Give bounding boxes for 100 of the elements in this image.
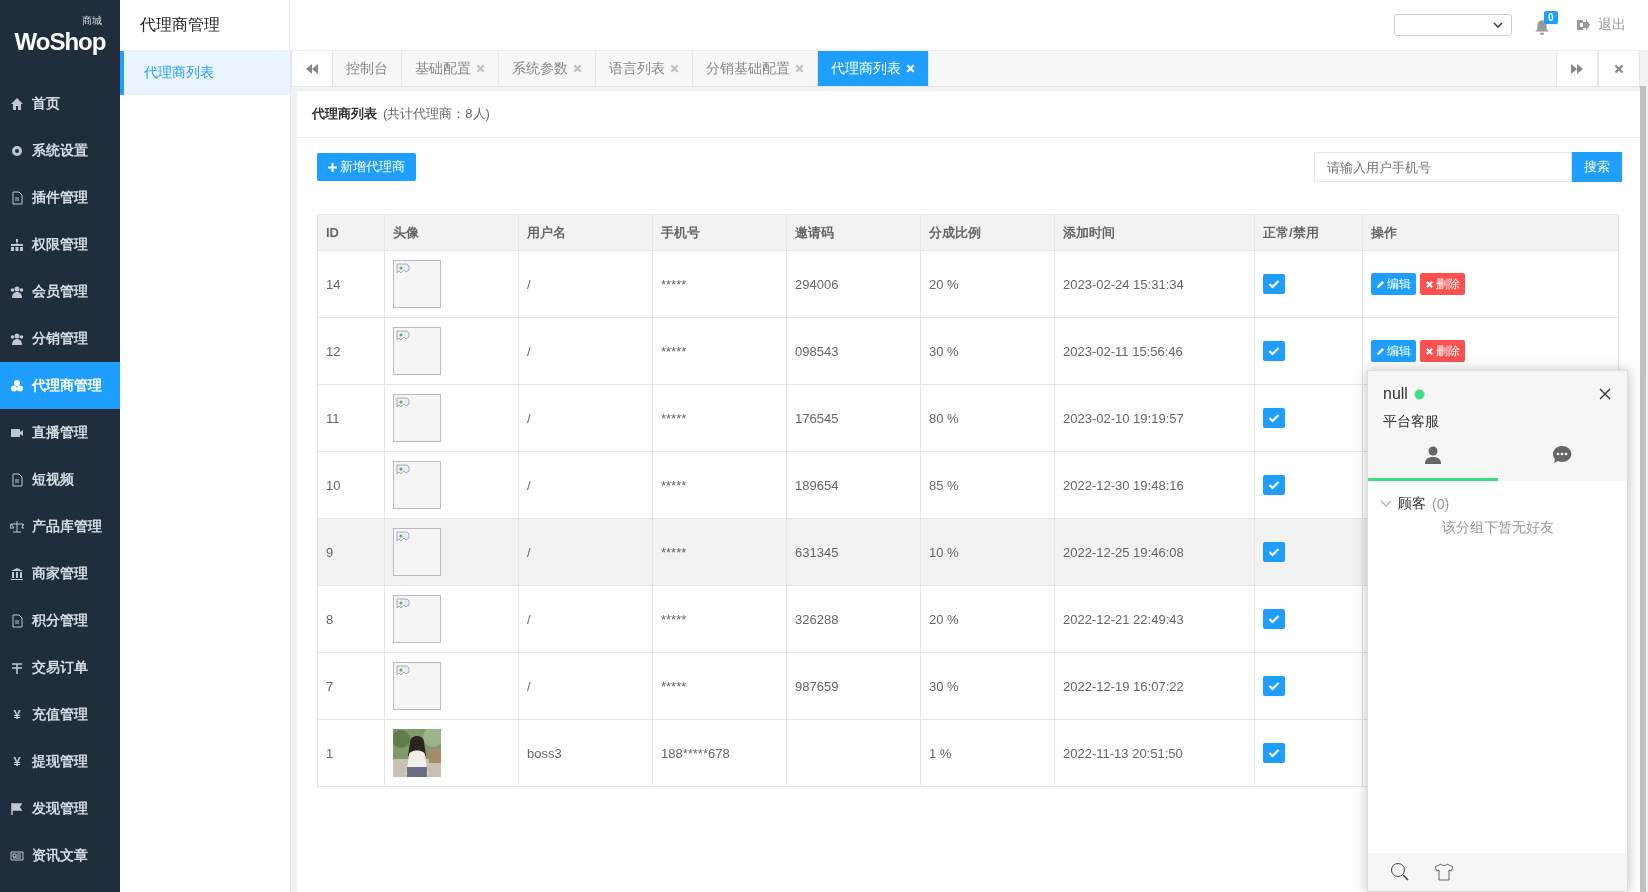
table-cell: 80 % — [920, 384, 1055, 452]
sidebar-item[interactable]: 系统设置 — [0, 127, 120, 174]
status-checkbox[interactable] — [1263, 341, 1285, 361]
dropdown[interactable] — [1394, 14, 1512, 36]
search-field[interactable]: 请输入用户手机号 — [1314, 152, 1572, 182]
pencil-icon — [1376, 346, 1385, 356]
list-icon — [10, 660, 24, 675]
panel-title: 代理商列表 — [312, 105, 377, 123]
yen-icon: ¥ — [10, 707, 24, 722]
check-icon — [1268, 480, 1280, 490]
table-cell: 2023-02-11 15:56:46 — [1054, 317, 1255, 385]
table-cell: 188*****678 — [652, 719, 787, 787]
table-cell: 987659 — [786, 652, 921, 720]
status-checkbox[interactable] — [1263, 542, 1285, 562]
column-header: 手机号 — [652, 214, 787, 251]
status-checkbox[interactable] — [1263, 475, 1285, 495]
table-cell: 2023-02-24 15:31:34 — [1054, 250, 1255, 318]
column-header: 添加时间 — [1054, 214, 1255, 251]
double-left-arrow-icon — [306, 63, 318, 74]
table-cell: / — [518, 451, 653, 519]
sidebar-item[interactable]: 资讯文章 — [0, 832, 120, 879]
sitemap-icon — [10, 237, 24, 252]
sidebar-item[interactable]: 首页 — [0, 80, 120, 127]
check-icon — [1268, 614, 1280, 624]
table-cell: 30 % — [920, 317, 1055, 385]
close-icon[interactable] — [1599, 388, 1611, 400]
file-icon — [10, 472, 24, 487]
bank-icon — [10, 566, 24, 581]
table-cell: 1 — [317, 719, 385, 787]
check-icon — [1268, 346, 1280, 356]
check-icon — [1268, 748, 1280, 758]
status-checkbox[interactable] — [1263, 609, 1285, 629]
scroll-right-button[interactable] — [1556, 51, 1598, 86]
table-cell: 326288 — [786, 585, 921, 653]
cross-icon — [1425, 279, 1434, 289]
yen-icon: ¥ — [10, 754, 24, 769]
sidebar-item[interactable]: 交易订单 — [0, 644, 120, 691]
sidebar-item[interactable]: ¥ 充值管理 — [0, 691, 120, 738]
sidebar-item[interactable]: 权限管理 — [0, 221, 120, 268]
document-icon — [10, 613, 24, 628]
table-cell: 176545 — [786, 384, 921, 452]
table-cell: 20 % — [920, 250, 1055, 318]
sidebar-item[interactable]: ¥ 提现管理 — [0, 738, 120, 785]
sidebar-item[interactable]: 会员管理 — [0, 268, 120, 315]
logo: WoShop — [14, 28, 106, 56]
table-cell: 14 — [317, 250, 385, 318]
agent-count: (共计代理商：8人) — [383, 105, 490, 123]
tab[interactable]: 系统参数 — [499, 51, 596, 86]
table-cell: ***** — [652, 585, 787, 653]
status-checkbox[interactable] — [1263, 676, 1285, 696]
table-cell: 294006 — [786, 250, 921, 318]
table-cell: 1 % — [920, 719, 1055, 787]
table-cell: / — [518, 384, 653, 452]
table-cell: 2022-11-13 20:51:50 — [1054, 719, 1255, 787]
table-cell: ***** — [652, 652, 787, 720]
notification-badge: 0 — [1544, 11, 1558, 24]
table-cell: ***** — [652, 317, 787, 385]
check-icon — [1268, 413, 1280, 423]
sidebar-item[interactable]: 商家管理 — [0, 550, 120, 597]
column-header: ID — [317, 214, 385, 251]
column-header: 操作 — [1362, 214, 1619, 251]
table-cell: 2022-12-30 19:48:16 — [1054, 451, 1255, 519]
sidebar-item[interactable]: 插件管理 — [0, 174, 120, 221]
logo-tag: 商城 — [82, 14, 102, 28]
table-cell: 2022-12-19 16:07:22 — [1054, 652, 1255, 720]
status-checkbox[interactable] — [1263, 743, 1285, 763]
sidebar-item[interactable]: 短视频 — [0, 456, 120, 503]
sidebar-item[interactable]: 产品库管理 — [0, 503, 120, 550]
check-icon — [1268, 279, 1280, 289]
table-cell: 189654 — [786, 451, 921, 519]
sidebar-item[interactable]: 发现管理 — [0, 785, 120, 832]
status-checkbox[interactable] — [1263, 274, 1285, 294]
table-cell: boss3 — [518, 719, 653, 787]
home-icon — [10, 96, 24, 111]
caret-icon — [1493, 22, 1503, 28]
check-icon — [1268, 681, 1280, 691]
chat-tab[interactable] — [1368, 445, 1498, 481]
logout-icon — [1576, 18, 1590, 32]
close-all-button[interactable] — [1598, 51, 1640, 86]
table-cell: 2023-02-10 19:19:57 — [1054, 384, 1255, 452]
table-cell: 10 — [317, 451, 385, 519]
table-cell: ***** — [652, 384, 787, 452]
shirt-icon[interactable] — [1434, 862, 1454, 882]
table-cell: 098543 — [786, 317, 921, 385]
scroll-left-button[interactable] — [291, 51, 333, 86]
double-right-arrow-icon — [1571, 63, 1583, 74]
table-cell: ***** — [652, 518, 787, 586]
column-header: 正常/禁用 — [1254, 214, 1363, 251]
table-cell: 2022-12-21 22:49:43 — [1054, 585, 1255, 653]
status-checkbox[interactable] — [1263, 408, 1285, 428]
bell-icon[interactable] — [1534, 19, 1550, 35]
close-icon — [1614, 63, 1624, 74]
table-cell: 8 — [317, 585, 385, 653]
sidebar-item[interactable]: 直播管理 — [0, 409, 120, 456]
plus-icon — [328, 162, 337, 172]
sidebar-item[interactable]: 分销管理 — [0, 315, 120, 362]
users-icon — [10, 284, 24, 299]
table-cell: / — [518, 250, 653, 318]
search-icon[interactable] — [1390, 862, 1410, 882]
sidebar-item[interactable]: 积分管理 — [0, 597, 120, 644]
